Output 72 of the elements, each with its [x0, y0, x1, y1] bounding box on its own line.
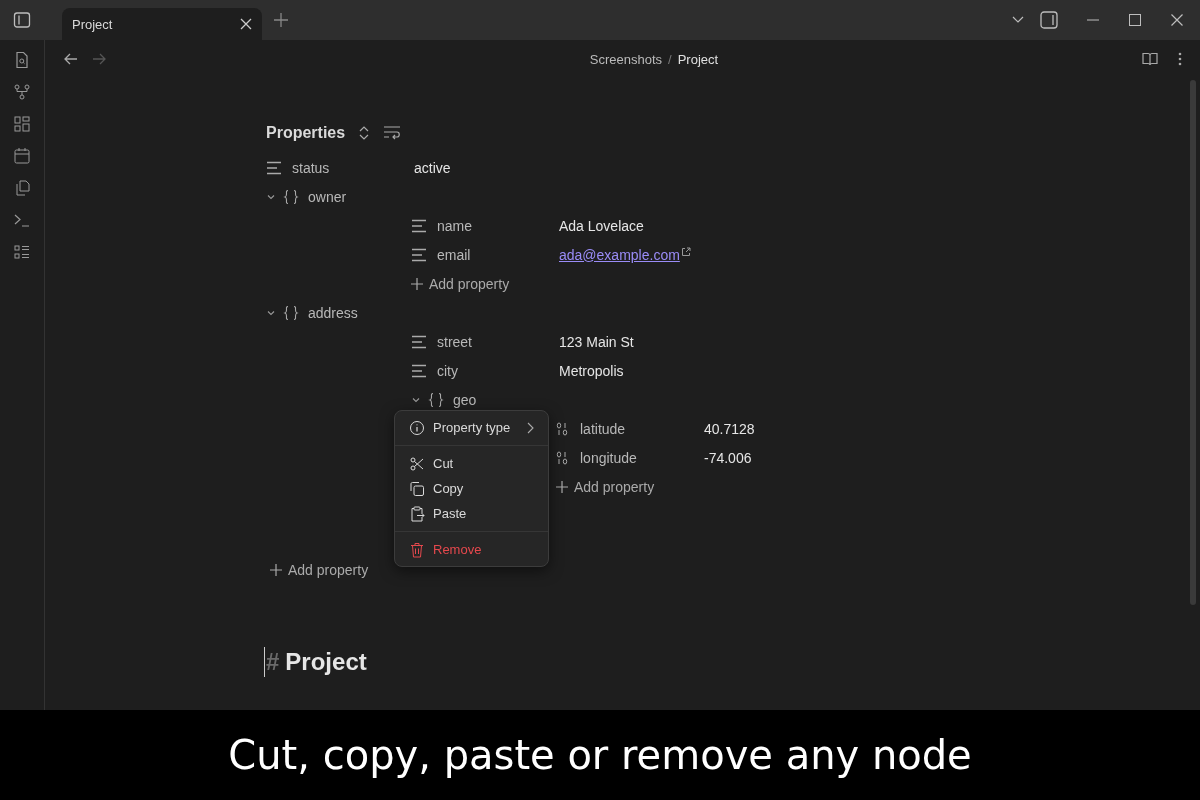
menu-item[interactable]: Paste: [401, 501, 542, 526]
braces-icon: [283, 304, 299, 321]
add-property-button[interactable]: Add property: [270, 561, 369, 578]
external-link-icon[interactable]: [680, 246, 691, 257]
text-lines-icon[interactable]: [266, 160, 282, 175]
calendar-icon[interactable]: [13, 147, 31, 165]
maximize-icon[interactable]: [1129, 14, 1141, 26]
property-key[interactable]: address: [308, 304, 358, 321]
close-icon[interactable]: [1171, 14, 1183, 26]
list-icon[interactable]: [13, 243, 31, 261]
plus-icon: [411, 277, 423, 290]
add-property-button[interactable]: Add property: [556, 478, 655, 495]
sidebar-toggle-icon[interactable]: [12, 10, 32, 30]
property-key[interactable]: latitude: [580, 420, 626, 437]
back-arrow-icon[interactable]: [64, 53, 78, 65]
text-lines-icon[interactable]: [411, 218, 427, 233]
info-icon: [409, 419, 425, 436]
chevron-down-icon[interactable]: [1012, 16, 1024, 24]
sort-icon[interactable]: [359, 125, 370, 141]
property-value[interactable]: Ada Lovelace: [559, 217, 644, 234]
property-key[interactable]: owner: [308, 188, 347, 205]
wrap-icon[interactable]: [383, 125, 402, 141]
copy-icon[interactable]: [13, 179, 31, 197]
copy-icon: [409, 480, 425, 497]
scissors-icon: [409, 455, 425, 472]
property-key[interactable]: city: [437, 362, 458, 379]
text-lines-icon[interactable]: [411, 363, 427, 378]
menu-item[interactable]: Property type: [401, 415, 542, 440]
close-icon[interactable]: [240, 18, 252, 30]
menu-item[interactable]: Remove: [401, 537, 542, 562]
text-lines-icon[interactable]: [411, 247, 427, 262]
property-key[interactable]: email: [437, 246, 471, 263]
book-icon[interactable]: [1142, 52, 1158, 66]
plus-icon: [556, 480, 568, 493]
menu-item[interactable]: Cut: [401, 451, 542, 476]
binary-icon[interactable]: [556, 421, 568, 436]
property-value[interactable]: Metropolis: [559, 362, 624, 379]
tab[interactable]: Project: [62, 8, 262, 40]
breadcrumb-folder[interactable]: Screenshots: [589, 51, 663, 67]
grid-icon[interactable]: [13, 115, 31, 133]
property-key[interactable]: status: [292, 159, 330, 176]
property-key[interactable]: street: [437, 333, 472, 350]
heading-marker: #: [266, 648, 280, 676]
braces-icon: [428, 391, 444, 408]
text-lines-icon[interactable]: [411, 334, 427, 349]
add-property-button[interactable]: Add property: [411, 275, 510, 292]
braces-icon: [283, 188, 299, 205]
breadcrumb-note[interactable]: Project: [677, 51, 719, 67]
email-link[interactable]: ada@example.com: [559, 246, 680, 263]
property-value[interactable]: 123 Main St: [559, 333, 634, 350]
plus-icon[interactable]: [274, 13, 288, 27]
more-icon[interactable]: [1178, 52, 1182, 66]
clipboard-icon: [409, 505, 425, 522]
property-value[interactable]: 40.7128: [704, 420, 755, 437]
file-search-icon[interactable]: [13, 51, 31, 69]
trash-icon: [409, 541, 425, 558]
breadcrumb-separator: /: [668, 51, 672, 67]
chevron-right-icon: [526, 421, 534, 434]
caption-text: Cut, copy, paste or remove any node: [228, 732, 972, 778]
menu-item[interactable]: Copy: [401, 476, 542, 501]
plus-icon: [270, 563, 282, 576]
property-value[interactable]: active: [414, 159, 451, 176]
note-heading: Project: [285, 648, 367, 676]
properties-title: Properties: [266, 124, 346, 142]
graph-icon[interactable]: [13, 83, 31, 101]
sidebar-toggle-icon[interactable]: [1039, 10, 1059, 30]
binary-icon[interactable]: [556, 450, 568, 465]
scrollbar[interactable]: [1190, 80, 1196, 605]
property-key[interactable]: geo: [453, 391, 477, 408]
property-key[interactable]: name: [437, 217, 473, 234]
property-value[interactable]: -74.006: [704, 449, 752, 466]
property-key[interactable]: longitude: [580, 449, 637, 466]
